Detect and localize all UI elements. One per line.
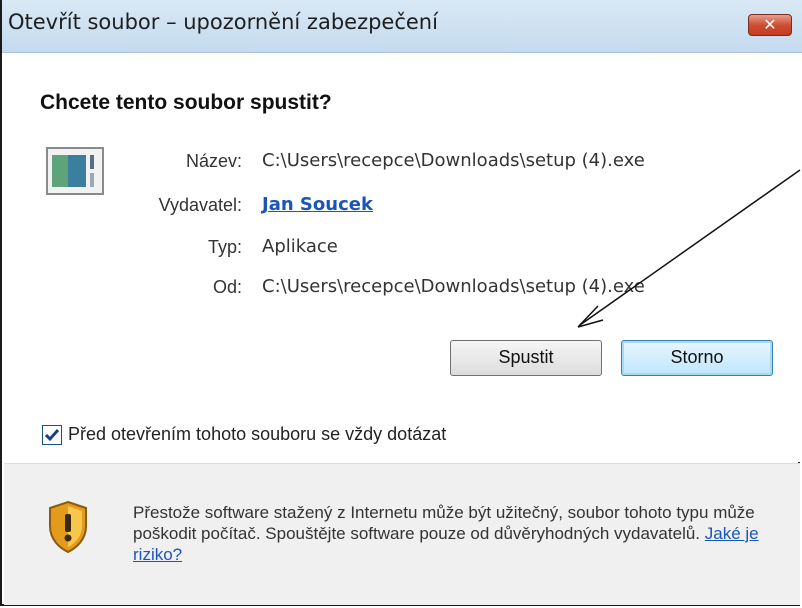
type-value: Aplikace [262,236,338,257]
close-button[interactable]: ✕ [748,14,792,36]
always-ask-label: Před otevřením tohoto souboru se vždy do… [68,424,447,444]
checkmark-icon [44,429,60,442]
warning-footer: Přestože software stažený z Internetu mů… [4,463,800,605]
dialog-main: Chcete tento soubor spustit? Název: C:\U… [4,53,800,462]
warning-text: Přestože software stažený z Internetu mů… [133,503,755,543]
window-title: Otevřít soubor – upozornění zabezpečení [8,10,438,34]
dialog-heading: Chcete tento soubor spustit? [40,91,332,114]
publisher-label: Vydavatel: [158,195,242,215]
name-value: C:\Users\recepce\Downloads\setup (4).exe [262,150,645,171]
from-value: C:\Users\recepce\Downloads\setup (4).exe [262,276,645,297]
name-label: Název: [185,151,242,171]
from-label: Od: [212,277,242,297]
cancel-button[interactable]: Storno [621,340,773,376]
publisher-link[interactable]: Jan Soucek [262,194,373,215]
always-ask-checkbox[interactable] [42,425,62,445]
application-file-icon [46,147,104,195]
security-warning-dialog: Otevřít soubor – upozornění zabezpečení … [0,0,802,606]
run-button[interactable]: Spustit [450,340,602,376]
title-bar[interactable]: Otevřít soubor – upozornění zabezpečení … [2,0,802,53]
type-label: Typ: [207,237,242,257]
close-icon: ✕ [763,15,777,34]
warning-shield-icon [49,500,87,554]
warning-message: Přestože software stažený z Internetu mů… [133,502,773,565]
